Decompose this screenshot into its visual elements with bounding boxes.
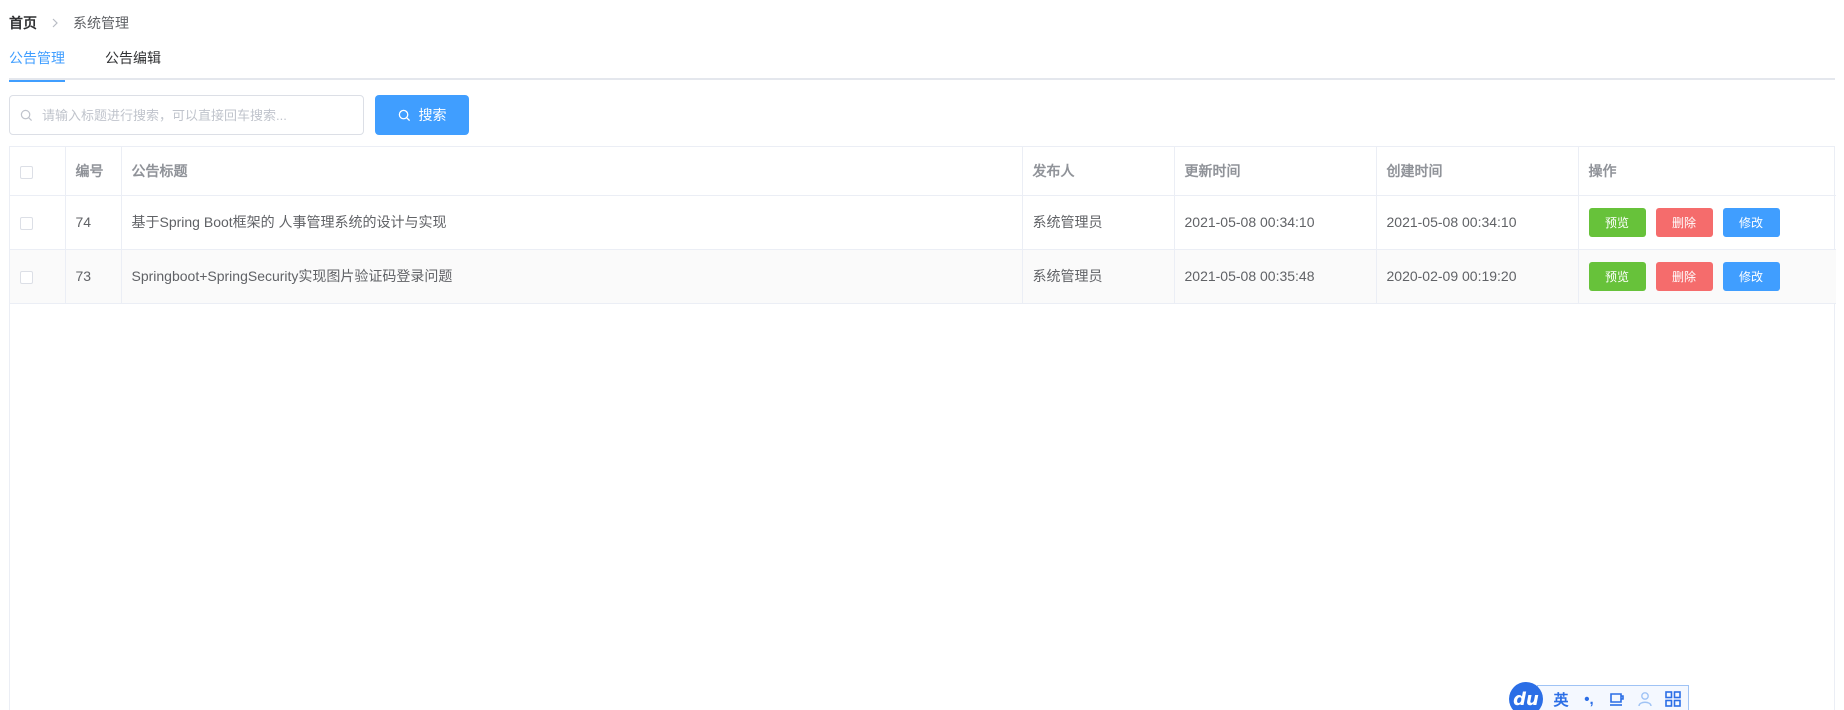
column-header-title: 公告标题 — [121, 147, 1023, 196]
row-select-cell — [10, 249, 66, 304]
notice-table: 编号 公告标题 发布人 更新时间 创建时间 操作 74 基于Spring Boo… — [9, 146, 1836, 710]
tab-notice-edit[interactable]: 公告编辑 — [105, 50, 161, 80]
row-checkbox[interactable] — [20, 216, 33, 230]
cell-updated: 2021-05-08 00:34:10 — [1174, 195, 1377, 250]
cell-publisher: 系统管理员 — [1022, 195, 1175, 250]
select-all-checkbox[interactable] — [20, 165, 33, 179]
chevron-right-icon — [51, 18, 59, 28]
column-header-actions: 操作 — [1578, 147, 1836, 196]
column-header-created: 创建时间 — [1376, 147, 1579, 196]
cell-id: 73 — [65, 249, 122, 304]
preview-button[interactable]: 预览 — [1588, 207, 1646, 237]
delete-button[interactable]: 删除 — [1655, 207, 1713, 237]
ime-language-toggle[interactable]: 英 — [1552, 690, 1570, 709]
cup-icon[interactable] — [1608, 690, 1626, 708]
row-checkbox[interactable] — [20, 270, 33, 284]
ime-toolbar: du 英 •, — [1509, 682, 1689, 710]
search-field[interactable] — [9, 95, 364, 135]
grid-icon[interactable] — [1664, 690, 1682, 708]
ime-panel: 英 •, — [1537, 685, 1689, 710]
column-header-updated: 更新时间 — [1174, 147, 1377, 196]
cell-actions: 预览 删除 修改 — [1578, 195, 1836, 250]
cell-created: 2020-02-09 00:19:20 — [1376, 249, 1579, 304]
preview-button[interactable]: 预览 — [1588, 261, 1646, 291]
cell-updated: 2021-05-08 00:35:48 — [1174, 249, 1377, 304]
search-icon — [398, 109, 411, 122]
edit-button[interactable]: 修改 — [1722, 261, 1780, 291]
edit-button[interactable]: 修改 — [1722, 207, 1780, 237]
cell-title: Springboot+SpringSecurity实现图片验证码登录问题 — [121, 249, 1023, 304]
table-header-row: 编号 公告标题 发布人 更新时间 创建时间 操作 — [10, 147, 1836, 196]
ime-logo[interactable]: du — [1509, 682, 1543, 710]
breadcrumb-home[interactable]: 首页 — [9, 13, 37, 33]
column-header-id: 编号 — [65, 147, 122, 196]
delete-button[interactable]: 删除 — [1655, 261, 1713, 291]
cell-actions: 预览 删除 修改 — [1578, 249, 1836, 304]
search-button-label: 搜索 — [418, 107, 447, 123]
cell-title: 基于Spring Boot框架的 人事管理系统的设计与实现 — [121, 195, 1023, 250]
table-row: 73 Springboot+SpringSecurity实现图片验证码登录问题 … — [10, 249, 1836, 304]
user-icon[interactable] — [1636, 690, 1654, 708]
cell-id: 74 — [65, 195, 122, 250]
select-all-cell — [10, 147, 66, 196]
breadcrumb-current: 系统管理 — [73, 15, 129, 31]
cell-created: 2021-05-08 00:34:10 — [1376, 195, 1579, 250]
row-select-cell — [10, 195, 66, 250]
column-header-publisher: 发布人 — [1022, 147, 1175, 196]
tab-notice-management[interactable]: 公告管理 — [9, 50, 65, 82]
search-button[interactable]: 搜索 — [375, 95, 469, 135]
breadcrumb: 首页 系统管理 — [9, 13, 129, 33]
tab-bar: 公告管理 公告编辑 — [9, 50, 1835, 82]
ime-punctuation-toggle[interactable]: •, — [1580, 690, 1598, 708]
table-row: 74 基于Spring Boot框架的 人事管理系统的设计与实现 系统管理员 2… — [10, 195, 1836, 250]
search-icon — [20, 108, 34, 122]
search-input[interactable] — [42, 107, 352, 123]
cell-publisher: 系统管理员 — [1022, 249, 1175, 304]
